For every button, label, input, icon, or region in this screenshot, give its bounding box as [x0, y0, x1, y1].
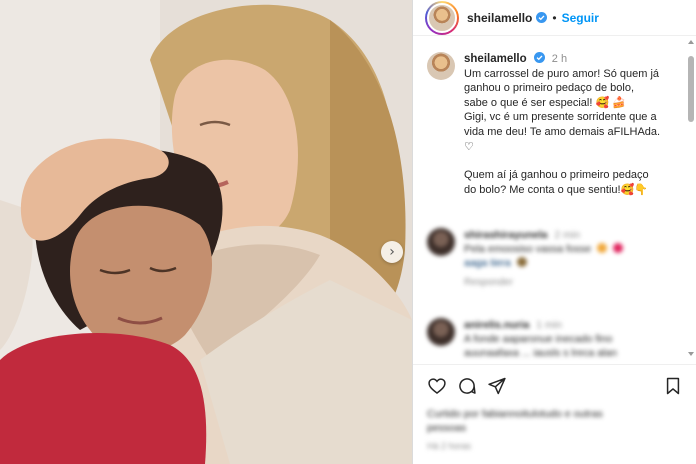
caption-line: Gigi, vc é um presente sorridente que a	[464, 111, 657, 124]
share-button[interactable]	[487, 376, 507, 396]
comment-text: aaga tiera	[464, 257, 511, 269]
verified-badge-icon	[536, 12, 548, 23]
chevron-right-icon: ›	[389, 244, 395, 260]
comment-avatar[interactable]	[427, 228, 455, 256]
post-caption: sheilamello 2 h Um carrossel de puro amo…	[427, 52, 689, 197]
caption-line: ganhou o primeiro pedaço de bolo,	[464, 82, 635, 95]
comment-username[interactable]: shirashirayunela	[464, 229, 547, 241]
scrollbar-thumb[interactable]	[688, 56, 694, 122]
likes-text: Curtido por fabiannoitulotudo e outras	[427, 408, 603, 420]
likes-summary[interactable]: Curtido por fabiannoitulotudo e outras p…	[427, 407, 683, 435]
caption-line: sabe o que é ser especial! 🥰 🍰	[464, 96, 626, 109]
comment-item: shirashirayunela 2 min Pela emoosiso vas…	[427, 228, 689, 290]
caption-avatar[interactable]	[427, 52, 455, 80]
like-button[interactable]	[427, 376, 447, 396]
post-date: Há 2 horas	[427, 441, 472, 451]
post-actions: Curtido por fabiannoitulotudo e outras p…	[413, 364, 696, 464]
caption-line: ♡	[464, 140, 474, 153]
scrollbar[interactable]	[688, 40, 694, 356]
caption-text: Um carrossel de puro amor! Só quem já ga…	[464, 67, 689, 198]
heart-icon	[428, 378, 446, 395]
comment-time: 2 min	[554, 229, 581, 241]
scroll-down-arrow-icon[interactable]	[688, 352, 694, 356]
caption-line: Quem aí já ganhou o primeiro pedaço	[464, 169, 649, 182]
header-separator: •	[552, 10, 557, 25]
caption-line-gap	[464, 154, 689, 168]
carousel-next-button[interactable]: ›	[381, 241, 403, 263]
comment-username[interactable]: anirelis.nuria	[464, 319, 529, 331]
emoji-icon	[597, 243, 608, 253]
comment-text: A fonde aaparonue inecado fino	[464, 333, 613, 345]
comment-time: 1 min	[536, 319, 562, 331]
likes-text: pessoas	[427, 422, 467, 434]
emoji-icon	[516, 257, 527, 267]
avatar	[427, 2, 457, 33]
share-icon	[488, 377, 506, 395]
scroll-up-arrow-icon[interactable]	[688, 40, 694, 44]
comment-avatar[interactable]	[427, 318, 455, 346]
bookmark-icon	[666, 377, 680, 395]
reply-button[interactable]: Responder	[464, 276, 623, 290]
heart-emoji-icon	[613, 243, 624, 253]
caption-line: do bolo? Me conta o que sentiu!🥰👇	[464, 183, 648, 196]
post-photo[interactable]: ›	[0, 0, 412, 464]
caption-line: vida me deu! Te amo demais aFILHAda.	[464, 125, 661, 138]
post-side-panel: sheilamello • Seguir sheilamello 2 h Um …	[412, 0, 696, 464]
save-button[interactable]	[663, 376, 683, 396]
profile-avatar-ring[interactable]	[425, 0, 459, 35]
comment-text: Pela emoosiso vassa fosse	[464, 243, 592, 255]
follow-button[interactable]: Seguir	[562, 11, 599, 25]
comment-item: anirelis.nuria 1 min A fonde aaparonue i…	[427, 318, 689, 360]
caption-line: Um carrossel de puro amor! Só quem já	[464, 67, 660, 80]
comment-icon	[459, 378, 476, 394]
header-username[interactable]: sheilamello	[467, 11, 532, 25]
verified-badge-icon	[533, 52, 545, 63]
caption-username[interactable]: sheilamello	[464, 53, 527, 65]
photo-illustration	[0, 0, 412, 464]
comment-button[interactable]	[457, 376, 477, 396]
caption-time: 2 h	[551, 53, 568, 65]
post-header: sheilamello • Seguir	[413, 0, 696, 36]
comment-text: auunaafaxa ... iausls s lreca alan	[464, 347, 617, 359]
